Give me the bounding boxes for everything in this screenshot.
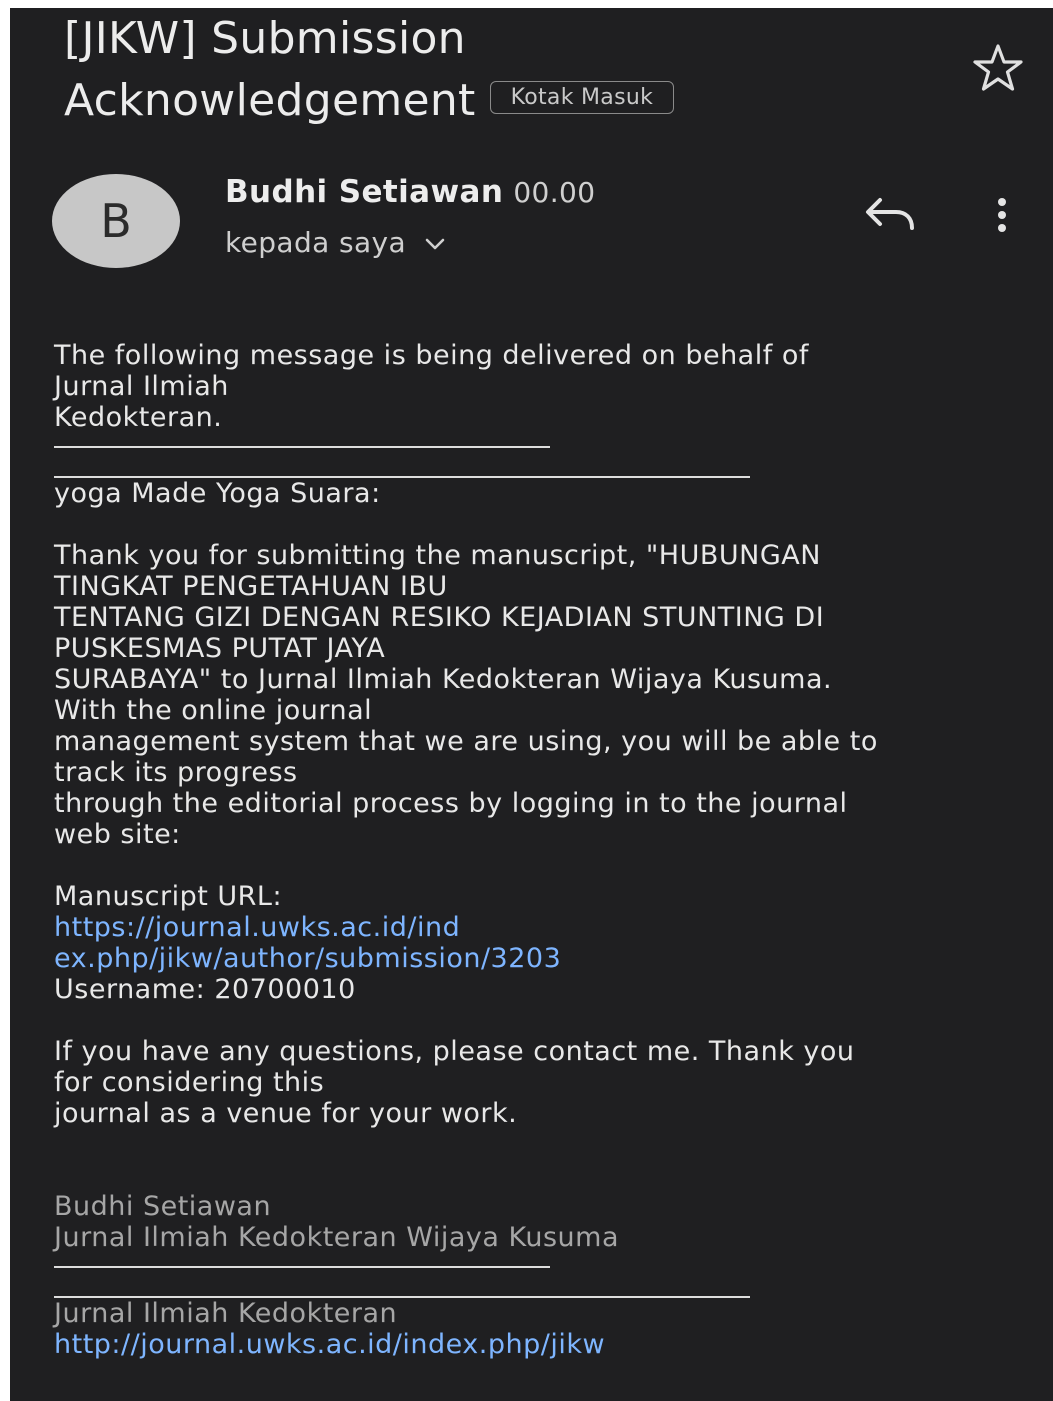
manuscript-url-link[interactable]: https://journal.uwks.ac.id/ind ex.php/ji… <box>54 912 1034 974</box>
more-vert-icon[interactable] <box>994 196 1010 236</box>
recipient-details-toggle[interactable]: kepada saya <box>225 226 449 259</box>
divider <box>54 1266 550 1268</box>
salutation: yoga Made Yoga Suara: <box>54 478 381 509</box>
subject-line-2: Acknowledgement <box>64 75 476 126</box>
reply-icon[interactable] <box>862 194 918 234</box>
email-time: 00.00 <box>513 176 596 209</box>
chevron-down-icon <box>426 238 445 250</box>
sender-name[interactable]: Budhi Setiawan <box>225 174 503 210</box>
acknowledgement-paragraph: Thank you for submitting the manuscript,… <box>54 540 878 850</box>
sender-avatar[interactable]: B <box>52 174 180 268</box>
footer-journal-name: Jurnal Ilmiah Kedokteran <box>54 1298 398 1329</box>
subject-line-1: [JIKW] Submission <box>64 13 466 64</box>
closing-paragraph: If you have any questions, please contac… <box>54 1036 855 1129</box>
email-subject: [JIKW] Submission Acknowledgement Kotak M… <box>64 8 964 132</box>
sender-line: Budhi Setiawan 00.00 <box>225 174 596 210</box>
divider <box>54 446 550 448</box>
recipient-label: kepada saya <box>225 226 407 259</box>
email-body: The following message is being delivered… <box>54 340 1034 1360</box>
star-icon[interactable] <box>968 38 1028 98</box>
footer-journal-link[interactable]: http://journal.uwks.ac.id/index.php/jikw <box>54 1329 1034 1360</box>
signature-name: Budhi Setiawan <box>54 1191 272 1222</box>
inbox-label-chip[interactable]: Kotak Masuk <box>489 80 675 114</box>
username-text: Username: 20700010 <box>54 974 356 1005</box>
signature-org: Jurnal Ilmiah Kedokteran Wijaya Kusuma <box>54 1222 620 1253</box>
email-view: [JIKW] Submission Acknowledgement Kotak M… <box>10 8 1053 1401</box>
manuscript-url-label: Manuscript URL: <box>54 881 283 912</box>
intro-text: The following message is being delivered… <box>54 340 809 433</box>
